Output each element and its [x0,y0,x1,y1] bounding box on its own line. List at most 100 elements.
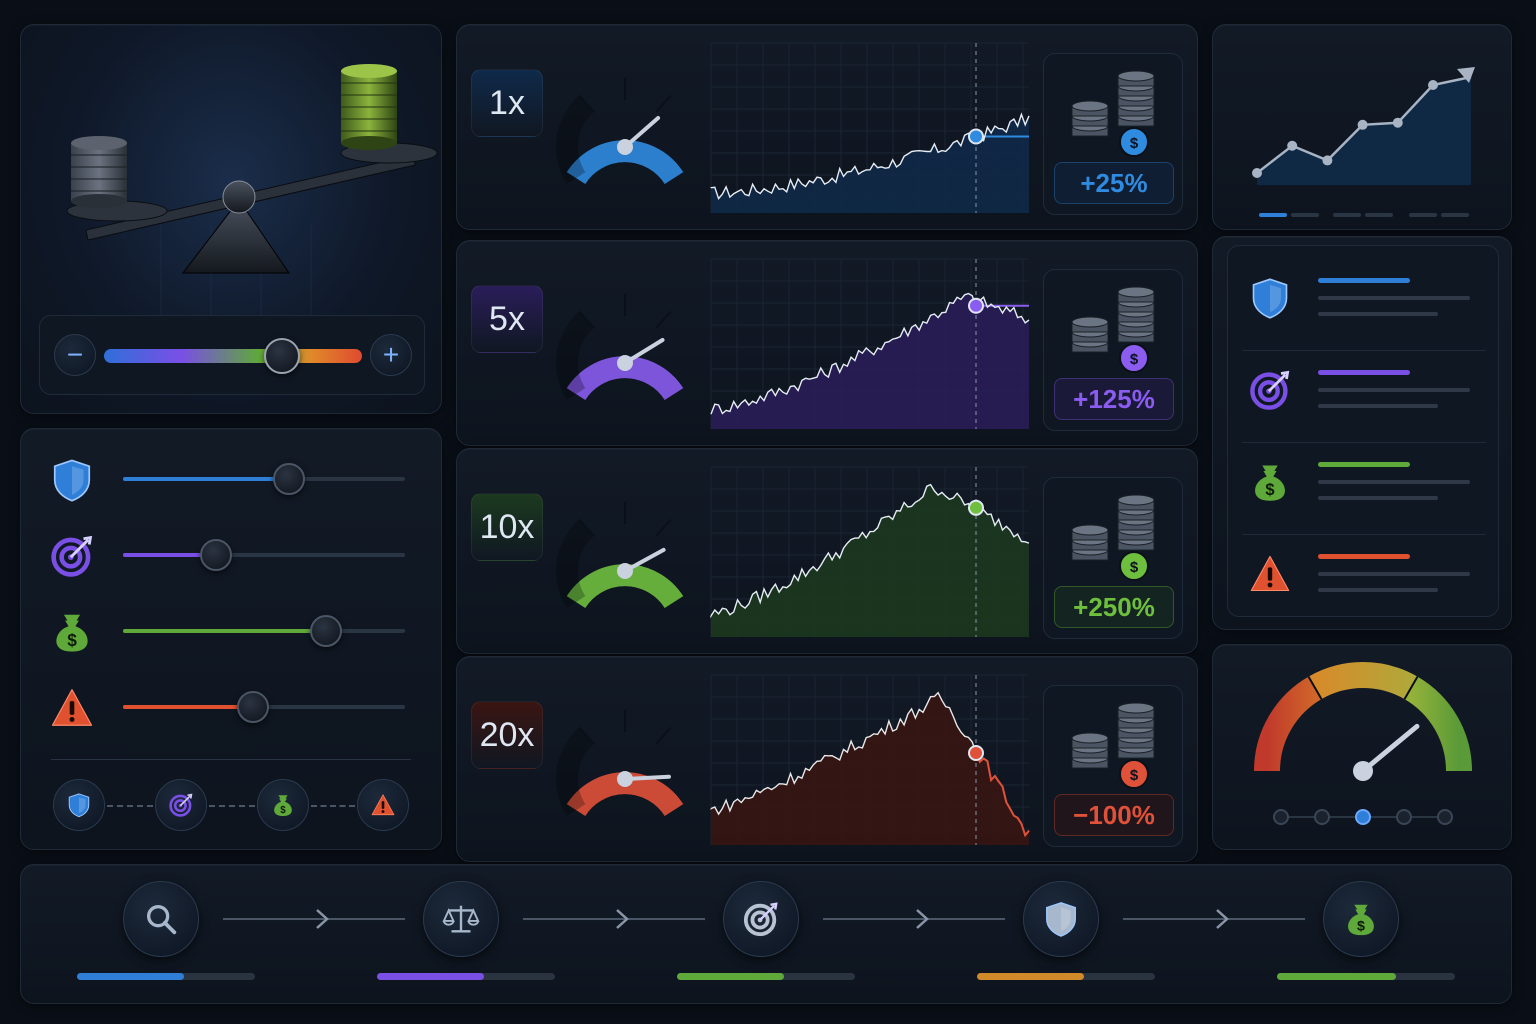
risk-slider-row: $ [21,605,443,657]
legend-panel: $ [1227,245,1499,617]
risk-gauge [1254,662,1472,825]
legend-accent-line [1318,370,1410,375]
workflow-progress-track [677,973,855,980]
page-indicator[interactable] [1291,213,1319,217]
legend-accent-line [1318,462,1410,467]
leverage-gauge [556,78,684,185]
page-indicator[interactable] [1333,213,1361,217]
risk-slider-track[interactable] [123,553,405,557]
warning-icon [51,689,93,726]
coin-stack-icon: $ [1071,702,1155,789]
leverage-badge[interactable]: 20x [471,701,543,769]
chart-marker[interactable] [968,128,984,145]
risk-gauge-panel [1212,644,1512,850]
workflow-progress-fill [977,973,1084,980]
svg-text:$: $ [1265,481,1274,499]
balance-slider-track[interactable] [104,349,362,363]
workflow-panel: $ [20,864,1512,1004]
legend-line [1318,388,1470,392]
trend-point[interactable] [1357,119,1368,130]
gauge-segment [1404,676,1472,772]
change-value: +125% [1054,378,1174,420]
change-value: −100% [1054,794,1174,836]
trend-chart [1252,67,1475,185]
balance-slider-knob[interactable] [264,338,301,374]
leverage-row: 20x $ −100% [456,656,1198,862]
page-indicator[interactable] [1409,213,1437,217]
leverage-badge[interactable]: 5x [471,285,543,353]
filter-target-button[interactable] [155,779,207,831]
trend-point[interactable] [1428,80,1438,90]
trend-point[interactable] [1392,117,1403,128]
page-indicator[interactable] [1441,213,1469,217]
chart-marker[interactable] [968,297,984,314]
workflow-step-target[interactable] [723,881,799,957]
scale-illustration [66,64,438,325]
connector-dashed [107,805,153,807]
trend-area [1257,77,1471,185]
workflow-step-search[interactable] [123,881,199,957]
gauge-hub [1353,761,1373,781]
leverage-row: 1x $ +25% [456,24,1198,230]
workflow-step-money-bag[interactable]: $ [1323,881,1399,957]
risk-slider-knob[interactable] [200,539,233,571]
minus-label: − [66,339,84,370]
decrease-button[interactable]: − [54,334,96,376]
step-dot-active[interactable] [1355,809,1371,825]
risk-slider-fill [123,629,327,633]
risk-slider-track[interactable] [123,477,405,481]
workflow-progress-fill [677,973,784,980]
leverage-badge[interactable]: 10x [471,493,543,561]
workflow-step-scale[interactable] [423,881,499,957]
filter-shield-button[interactable] [53,779,105,831]
risk-slider-knob[interactable] [310,615,343,647]
workflow-step-shield[interactable] [1023,881,1099,957]
risk-slider-fill [123,477,290,481]
risk-slider-row [21,529,443,581]
risk-slider-knob[interactable] [273,463,306,495]
leverage-badge[interactable]: 1x [471,69,543,137]
workflow-progress-track [77,973,255,980]
price-chart [710,258,1030,429]
svg-text:$: $ [1130,135,1139,152]
divider [1242,442,1486,443]
step-dot[interactable] [1437,809,1453,825]
risk-slider-track[interactable] [123,629,405,633]
legend-line [1318,404,1438,408]
shield-icon [53,459,91,502]
change-value: +250% [1054,586,1174,628]
page-indicator[interactable] [1365,213,1393,217]
shield-icon [1046,902,1076,937]
divider [51,759,411,760]
filter-money-bag-button[interactable]: $ [257,779,309,831]
warning-icon [1250,555,1290,592]
filter-warning-button[interactable] [357,779,409,831]
leverage-row: 5x $ +125% [456,240,1198,446]
result-box: $ +250% [1043,477,1183,639]
legend-outer-panel: $ [1212,236,1512,630]
chart-marker[interactable] [968,745,984,762]
legend-line [1318,572,1470,576]
target-icon-wrap [1248,368,1294,414]
risk-slider-row [21,681,443,733]
trend-point[interactable] [1252,168,1262,178]
svg-text:$: $ [1130,559,1139,576]
step-dot[interactable] [1273,809,1289,825]
page-indicator-active[interactable] [1259,213,1287,217]
step-dot[interactable] [1314,809,1330,825]
warning-icon-wrap [49,685,95,731]
warning-icon-wrap [1248,552,1294,598]
target-icon-wrap [49,533,95,579]
step-dot[interactable] [1396,809,1412,825]
result-box: $ +125% [1043,269,1183,431]
svg-text:$: $ [1130,767,1139,784]
trend-point[interactable] [1322,155,1333,166]
shield-icon [1252,278,1288,319]
risk-slider-knob[interactable] [236,691,269,723]
svg-text:$: $ [1130,351,1139,368]
increase-button[interactable]: + [370,334,412,376]
money-bag-icon: $ [274,795,292,817]
trend-point[interactable] [1287,140,1298,151]
risk-sliders-panel: $ $ [20,428,442,850]
chart-marker[interactable] [968,499,984,516]
